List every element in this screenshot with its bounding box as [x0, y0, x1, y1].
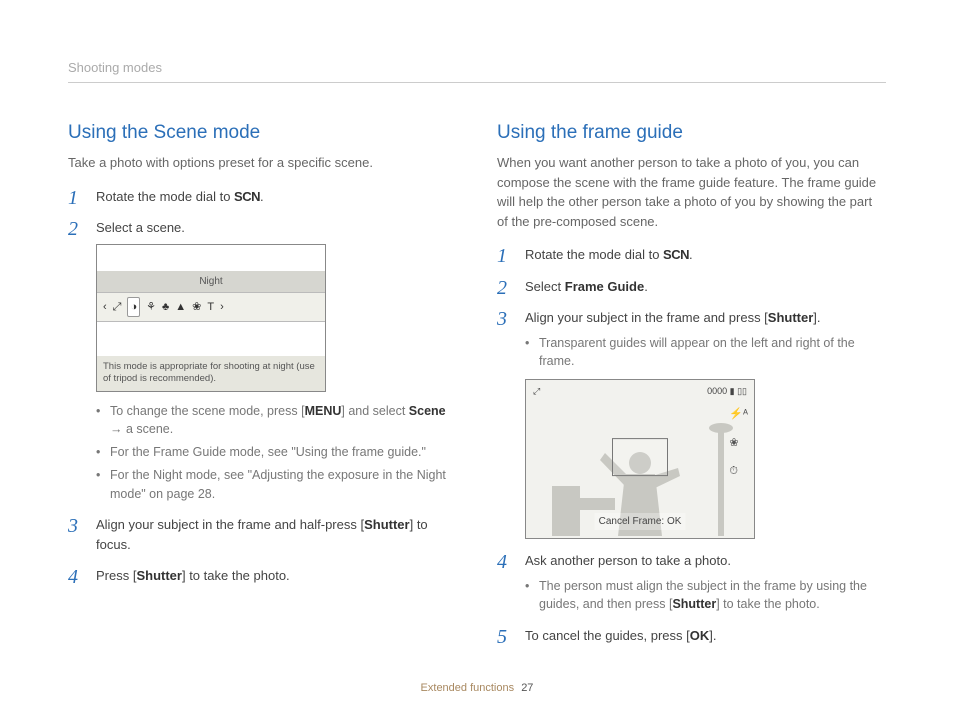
b1b: ] and select [341, 404, 408, 418]
scene-icon-4: ♣ [162, 299, 169, 316]
page-footer: Extended functions 27 [0, 680, 954, 697]
footer-section: Extended functions [421, 682, 515, 694]
s4b: ] to take the photo. [182, 568, 290, 583]
scene-icon-3: ⚘ [146, 299, 156, 316]
shutter-label-3: Shutter [768, 310, 814, 325]
scene-icon-5: ▲ [175, 299, 186, 316]
shutter-label: Shutter [364, 517, 410, 532]
b1c: → a scene. [110, 422, 173, 436]
shutter-label-2: Shutter [136, 568, 182, 583]
fs3a: Align your subject in the frame and pres… [525, 310, 768, 325]
scene-description: This mode is appropriate for shooting at… [97, 356, 325, 391]
scn-icon-2: SCN [663, 247, 689, 262]
fs1b: . [689, 247, 693, 262]
fs4bb: ] to take the photo. [716, 597, 820, 611]
s3a: Align your subject in the frame and half… [96, 517, 364, 532]
focus-rectangle [612, 438, 668, 476]
bullet-change-scene: To change the scene mode, press [MENU] a… [96, 402, 457, 440]
fb-top-left-icon: ⤢ [533, 385, 540, 399]
fs2a: Select [525, 279, 565, 294]
ok-label: OK [690, 628, 710, 643]
scene-name-label: Night [97, 271, 325, 292]
b1a: To change the scene mode, press [ [110, 404, 305, 418]
fs5a: To cancel the guides, press [ [525, 628, 690, 643]
scene-step-1: Rotate the mode dial to SCN. [68, 187, 457, 207]
frame-guide-label: Frame Guide [565, 279, 644, 294]
scene-select-preview: Night ‹ ⤢ ◑ ⚘ ♣ ▲ ❀ T › This mode is app… [96, 244, 326, 392]
scene-step-2: Select a scene. Night ‹ ⤢ ◑ ⚘ ♣ ▲ ❀ T › [68, 218, 457, 503]
bullet-frame-guide-ref: For the Frame Guide mode, see "Using the… [96, 443, 457, 462]
scene-sub-bullets: To change the scene mode, press [MENU] a… [96, 402, 457, 504]
frame-intro: When you want another person to take a p… [497, 153, 886, 231]
scene-icon-7: T [207, 299, 214, 316]
breadcrumb: Shooting modes [68, 58, 886, 83]
scene-step-4: Press [Shutter] to take the photo. [68, 566, 457, 586]
fs1a: Rotate the mode dial to [525, 247, 663, 262]
fs2b: . [644, 279, 648, 294]
bullet-night-ref: For the Night mode, see "Adjusting the e… [96, 466, 457, 504]
step1-text-b: . [260, 189, 264, 204]
frame-step-4: Ask another person to take a photo. The … [497, 551, 886, 614]
frame-steps: Rotate the mode dial to SCN. Select Fram… [497, 245, 886, 646]
s4a: Press [ [96, 568, 136, 583]
fs3b: ]. [813, 310, 820, 325]
cancel-frame-label: Cancel Frame: OK [595, 513, 686, 530]
fs5b: ]. [709, 628, 716, 643]
scene-icon-6: ❀ [192, 299, 201, 316]
section-title-frame: Using the frame guide [497, 119, 886, 148]
frame-step-2: Select Frame Guide. [497, 277, 886, 297]
nav-right-icon: › [220, 299, 224, 316]
scene-icon-strip: ‹ ⤢ ◑ ⚘ ♣ ▲ ❀ T › [97, 292, 325, 323]
content-columns: Using the Scene mode Take a photo with o… [68, 119, 886, 658]
page-number: 27 [521, 682, 533, 694]
frame-step-3: Align your subject in the frame and pres… [497, 308, 886, 539]
fs4: Ask another person to take a photo. [525, 553, 731, 568]
scene-step-3: Align your subject in the frame and half… [68, 515, 457, 554]
scene-icon-selected: ◑ [127, 297, 140, 318]
frame-step-1: Rotate the mode dial to SCN. [497, 245, 886, 265]
macro-icon: ❀ [729, 435, 748, 452]
scene-intro: Take a photo with options preset for a s… [68, 153, 457, 173]
flash-auto-icon: ⚡ᴬ [729, 406, 748, 423]
shutter-label-4: Shutter [672, 597, 716, 611]
nav-left-icon: ‹ [103, 299, 107, 316]
fb-top-right: 0000 ▮ ▯▯ [707, 385, 747, 399]
frame-step3-bullets: Transparent guides will appear on the le… [525, 334, 886, 372]
step2-text: Select a scene. [96, 220, 185, 235]
menu-label: MENU [305, 404, 342, 418]
right-column: Using the frame guide When you want anot… [497, 119, 886, 658]
step1-text-a: Rotate the mode dial to [96, 189, 234, 204]
scene-icon-1: ⤢ [113, 299, 122, 316]
left-column: Using the Scene mode Take a photo with o… [68, 119, 457, 658]
frame-step4-bullets: The person must align the subject in the… [525, 577, 886, 615]
scn-icon: SCN [234, 189, 260, 204]
frame-guide-preview: ⤢ 0000 ▮ ▯▯ [525, 379, 755, 539]
timer-icon: ⏱ [729, 463, 748, 480]
bullet-transparent-guides: Transparent guides will appear on the le… [525, 334, 886, 372]
frame-step-5: To cancel the guides, press [OK]. [497, 626, 886, 646]
scene-label: Scene [409, 404, 446, 418]
scene-steps: Rotate the mode dial to SCN. Select a sc… [68, 187, 457, 586]
bullet-align-subject: The person must align the subject in the… [525, 577, 886, 615]
section-title-scene: Using the Scene mode [68, 119, 457, 148]
